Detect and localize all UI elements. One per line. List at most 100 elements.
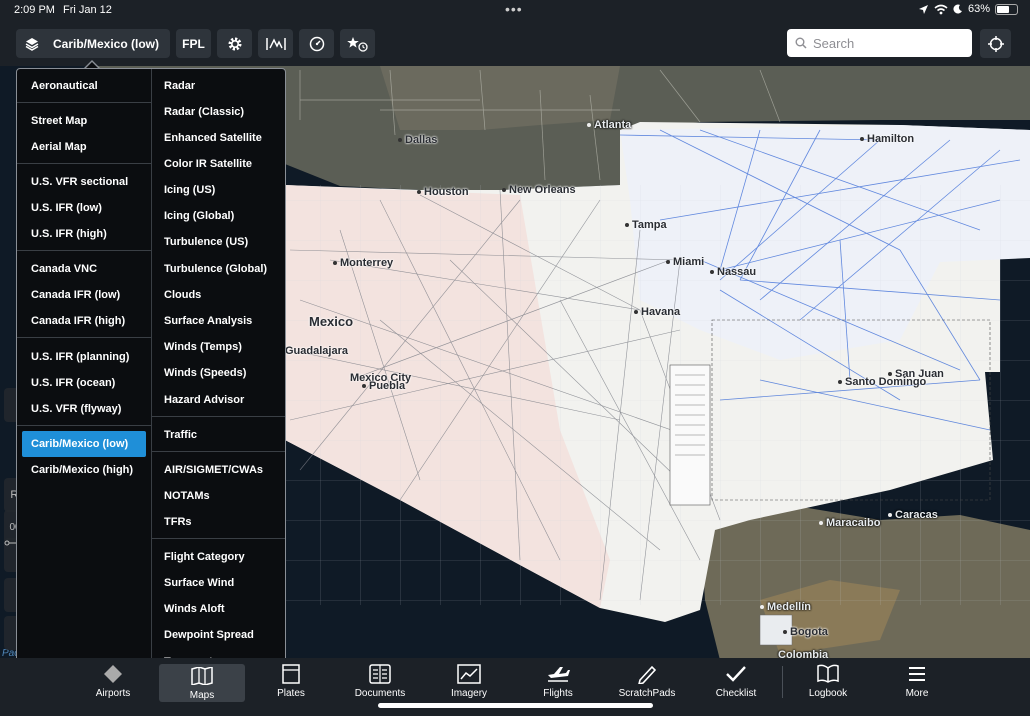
recents-button[interactable] <box>340 29 375 58</box>
divider <box>17 337 151 338</box>
city-label: Monterrey <box>333 257 393 269</box>
overlay-item[interactable]: Dewpoint Spread <box>154 622 281 648</box>
base-map-list: Aeronautical Street Map Aerial Map U.S. … <box>17 69 151 689</box>
city-label: Hamilton <box>860 133 914 145</box>
overlay-item[interactable]: NOTAMs <box>154 483 281 509</box>
city-label: Dallas <box>398 134 437 146</box>
wifi-icon <box>934 4 948 14</box>
overlay-item[interactable]: Traffic <box>154 422 281 448</box>
location-arrow-icon <box>918 4 928 14</box>
top-toolbar: Carib/Mexico (low) FPL Search <box>0 22 1030 66</box>
city-label: Caracas <box>888 509 938 521</box>
base-map-item[interactable]: U.S. IFR (low) <box>22 195 146 221</box>
overlay-item[interactable]: AIR/SIGMET/CWAs <box>154 457 281 483</box>
map-layers-button[interactable]: Carib/Mexico (low) <box>16 29 170 58</box>
tab-flights[interactable]: Flights <box>515 662 601 702</box>
tab-label: Logbook <box>808 688 848 699</box>
battery-percent: 63% <box>967 3 990 15</box>
overlay-item[interactable]: TFRs <box>154 509 281 535</box>
gauge-icon <box>309 36 324 51</box>
tab-documents[interactable]: Documents <box>337 662 423 702</box>
status-time: 2:09 PM <box>14 4 55 16</box>
base-map-item[interactable]: Canada VNC <box>22 256 146 282</box>
fpl-label: FPL <box>182 36 205 51</box>
pencil-icon <box>638 665 657 684</box>
tab-imagery[interactable]: Imagery <box>426 662 512 702</box>
layers-popover: Aeronautical Street Map Aerial Map U.S. … <box>16 68 286 690</box>
base-map-item[interactable]: Canada IFR (low) <box>22 282 146 308</box>
tab-maps[interactable]: Maps <box>159 664 245 702</box>
tab-more[interactable]: More <box>874 662 960 702</box>
divider <box>17 425 151 426</box>
tab-label: Imagery <box>450 688 488 699</box>
base-map-item[interactable]: Aeronautical <box>22 73 146 99</box>
overlay-item[interactable]: Clouds <box>154 282 281 308</box>
base-map-item[interactable]: U.S. IFR (high) <box>22 221 146 247</box>
base-map-item-selected[interactable]: Carib/Mexico (low) <box>22 431 146 457</box>
overlay-item[interactable]: Turbulence (Global) <box>154 256 281 282</box>
city-label: Maracaibo <box>819 517 880 529</box>
base-map-item[interactable]: Canada IFR (high) <box>22 308 146 334</box>
tab-label: Flights <box>543 688 573 699</box>
overlay-item[interactable]: Winds (Temps) <box>154 334 281 360</box>
overlay-item[interactable]: Winds (Speeds) <box>154 360 281 386</box>
overlay-item[interactable]: Enhanced Satellite <box>154 125 281 151</box>
locate-button[interactable] <box>980 29 1011 58</box>
plates-icon <box>282 664 300 684</box>
base-map-item[interactable]: U.S. VFR sectional <box>22 169 146 195</box>
documents-icon <box>369 664 391 684</box>
overlay-item[interactable]: Radar (Classic) <box>154 99 281 125</box>
overlay-item[interactable]: Radar <box>154 73 281 99</box>
settings-button[interactable] <box>217 29 252 58</box>
divider <box>152 538 285 539</box>
base-map-item[interactable]: U.S. IFR (planning) <box>22 344 146 370</box>
tab-label: Maps <box>189 690 215 701</box>
tab-label: Plates <box>277 688 305 699</box>
overlay-item[interactable]: Surface Analysis <box>154 308 281 334</box>
instruments-button[interactable] <box>299 29 334 58</box>
overlay-item[interactable]: Icing (Global) <box>154 203 281 229</box>
gear-icon <box>228 37 241 50</box>
tab-label: Airports <box>95 688 131 699</box>
base-map-item[interactable]: Carib/Mexico (high) <box>22 457 146 483</box>
airport-icon <box>104 665 122 683</box>
divider <box>152 451 285 452</box>
home-indicator[interactable] <box>378 703 653 708</box>
multitask-dots-icon[interactable]: ••• <box>505 1 523 17</box>
imagery-chart-icon <box>457 664 481 684</box>
divider <box>17 250 151 251</box>
map-layers-label: Carib/Mexico (low) <box>53 36 160 51</box>
overlay-item[interactable]: Hazard Advisor <box>154 387 281 413</box>
crosshair-icon <box>987 35 1004 52</box>
search-icon <box>795 37 807 49</box>
overlay-item[interactable]: Color IR Satellite <box>154 151 281 177</box>
divider <box>152 416 285 417</box>
overlay-item[interactable]: Surface Wind <box>154 570 281 596</box>
overlay-item[interactable]: Turbulence (US) <box>154 229 281 255</box>
base-map-item[interactable]: Aerial Map <box>22 134 146 160</box>
overlay-item[interactable]: Icing (US) <box>154 177 281 203</box>
base-map-item[interactable]: U.S. IFR (ocean) <box>22 370 146 396</box>
city-label: New Orleans <box>502 184 576 196</box>
base-map-item[interactable]: U.S. VFR (flyway) <box>22 396 146 422</box>
overlay-item[interactable]: Flight Category <box>154 544 281 570</box>
country-label: Mexico <box>309 314 354 329</box>
tab-divider <box>782 666 783 698</box>
divider <box>17 102 151 103</box>
battery-icon <box>995 3 1018 15</box>
tab-airports[interactable]: Airports <box>70 662 156 702</box>
fpl-button[interactable]: FPL <box>176 29 211 58</box>
city-label: Atlanta <box>587 119 631 131</box>
overlay-item[interactable]: Winds Aloft <box>154 596 281 622</box>
tab-logbook[interactable]: Logbook <box>785 662 871 702</box>
tab-checklist[interactable]: Checklist <box>693 662 779 702</box>
city-label: Puebla <box>362 380 405 392</box>
tab-plates[interactable]: Plates <box>248 662 334 702</box>
city-label: Nassau <box>710 266 756 278</box>
overlay-list: Radar Radar (Classic) Enhanced Satellite… <box>151 69 285 689</box>
base-map-item[interactable]: Street Map <box>22 108 146 134</box>
search-input[interactable]: Search <box>787 29 972 57</box>
airplane-icon <box>548 667 570 682</box>
tab-scratchpads[interactable]: ScratchPads <box>604 662 690 702</box>
profile-view-button[interactable] <box>258 29 293 58</box>
